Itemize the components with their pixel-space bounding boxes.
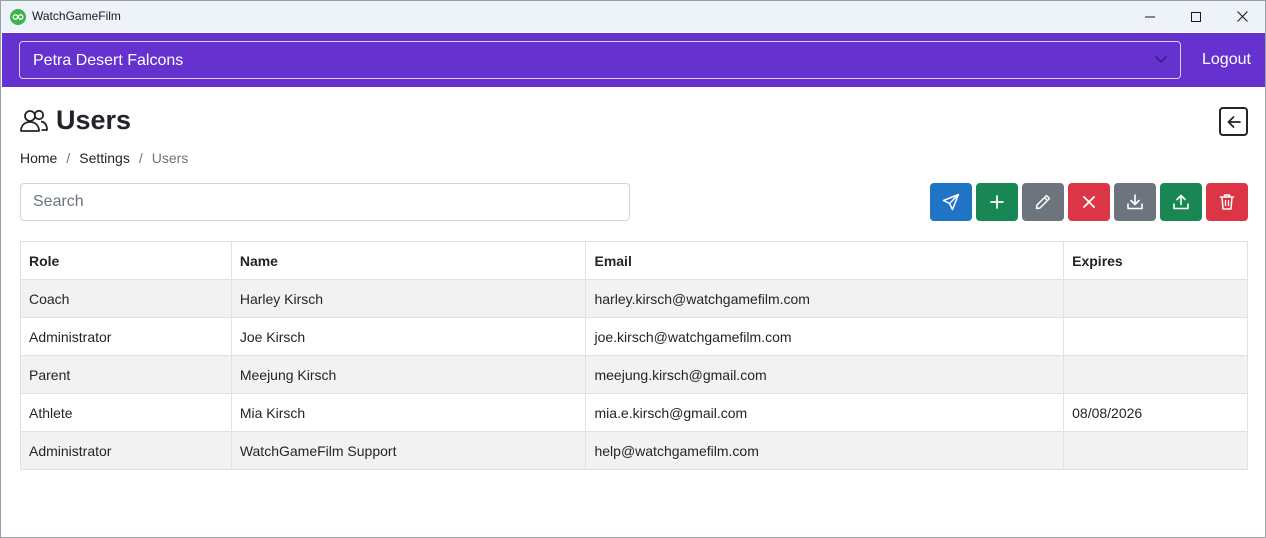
breadcrumb-settings[interactable]: Settings: [79, 150, 130, 166]
cell-email: meejung.kirsch@gmail.com: [585, 355, 1065, 394]
column-header-expires[interactable]: Expires: [1063, 241, 1248, 280]
cell-name: Joe Kirsch: [230, 317, 587, 356]
cell-name: Harley Kirsch: [230, 279, 587, 318]
team-select-value: Petra Desert Falcons: [33, 52, 184, 69]
users-icon: [20, 109, 48, 132]
add-button[interactable]: [976, 183, 1018, 221]
cell-email: help@watchgamefilm.com: [585, 431, 1065, 470]
plus-icon: [990, 195, 1004, 209]
cell-email: joe.kirsch@watchgamefilm.com: [585, 317, 1065, 356]
close-icon: [1236, 11, 1248, 22]
close-window-button[interactable]: [1219, 1, 1265, 32]
minimize-icon: [1145, 16, 1155, 17]
cell-expires: [1063, 355, 1248, 394]
arrow-left-icon: [1227, 115, 1241, 128]
back-button[interactable]: [1219, 107, 1248, 136]
search-input[interactable]: [20, 183, 630, 221]
download-icon: [1127, 194, 1143, 210]
pencil-icon: [1035, 194, 1051, 210]
cell-role: Athlete: [20, 393, 232, 432]
table-header-row: Role Name Email Expires: [20, 241, 1248, 280]
maximize-icon: [1191, 11, 1201, 22]
table-row[interactable]: Administrator Joe Kirsch joe.kirsch@watc…: [20, 317, 1248, 356]
download-button[interactable]: [1114, 183, 1156, 221]
cell-role: Parent: [20, 355, 232, 394]
action-toolbar: [930, 183, 1248, 221]
cell-name: WatchGameFilm Support: [230, 431, 587, 470]
table-row[interactable]: Coach Harley Kirsch harley.kirsch@watchg…: [20, 279, 1248, 318]
cell-expires: [1063, 431, 1248, 470]
cell-email: harley.kirsch@watchgamefilm.com: [585, 279, 1065, 318]
table-row[interactable]: Administrator WatchGameFilm Support help…: [20, 431, 1248, 470]
breadcrumb-separator: /: [66, 150, 71, 166]
breadcrumb-current: Users: [151, 150, 189, 166]
breadcrumb-home[interactable]: Home: [20, 150, 57, 166]
send-button[interactable]: [930, 183, 972, 221]
edit-button[interactable]: [1022, 183, 1064, 221]
cell-expires: 08/08/2026: [1063, 393, 1248, 432]
cell-role: Coach: [20, 279, 232, 318]
trash-icon: [1219, 194, 1235, 210]
breadcrumb-separator: /: [138, 150, 143, 166]
page-title: Users: [56, 105, 132, 135]
cell-role: Administrator: [20, 431, 232, 470]
top-navbar: Petra Desert Falcons Logout: [2, 33, 1265, 87]
cancel-button[interactable]: [1068, 183, 1110, 221]
delete-button[interactable]: [1206, 183, 1248, 221]
window-title: WatchGameFilm: [32, 9, 121, 23]
breadcrumb: Home / Settings / Users: [20, 150, 188, 166]
users-table: Role Name Email Expires Coach Harley Kir…: [20, 241, 1248, 470]
column-header-role[interactable]: Role: [20, 241, 232, 280]
x-icon: [1083, 196, 1095, 208]
cell-name: Mia Kirsch: [230, 393, 587, 432]
cell-expires: [1063, 279, 1248, 318]
maximize-button[interactable]: [1173, 1, 1219, 32]
table-row[interactable]: Athlete Mia Kirsch mia.e.kirsch@gmail.co…: [20, 393, 1248, 432]
app-window: WatchGameFilm Petra Desert Falcons Logou…: [0, 0, 1266, 538]
title-bar: WatchGameFilm: [1, 1, 1265, 32]
cell-expires: [1063, 317, 1248, 356]
page-header: Users: [19, 105, 131, 136]
cell-role: Administrator: [20, 317, 232, 356]
upload-button[interactable]: [1160, 183, 1202, 221]
logout-link[interactable]: Logout: [1202, 51, 1251, 69]
cell-email: mia.e.kirsch@gmail.com: [585, 393, 1065, 432]
minimize-button[interactable]: [1127, 1, 1173, 32]
cell-name: Meejung Kirsch: [230, 355, 587, 394]
app-logo-icon: [10, 9, 26, 25]
upload-icon: [1173, 194, 1189, 210]
team-select[interactable]: Petra Desert Falcons: [19, 41, 1181, 79]
chevron-down-icon: [1155, 56, 1167, 63]
column-header-name[interactable]: Name: [230, 241, 587, 280]
send-icon: [942, 193, 960, 211]
column-header-email[interactable]: Email: [585, 241, 1065, 280]
table-row[interactable]: Parent Meejung Kirsch meejung.kirsch@gma…: [20, 355, 1248, 394]
